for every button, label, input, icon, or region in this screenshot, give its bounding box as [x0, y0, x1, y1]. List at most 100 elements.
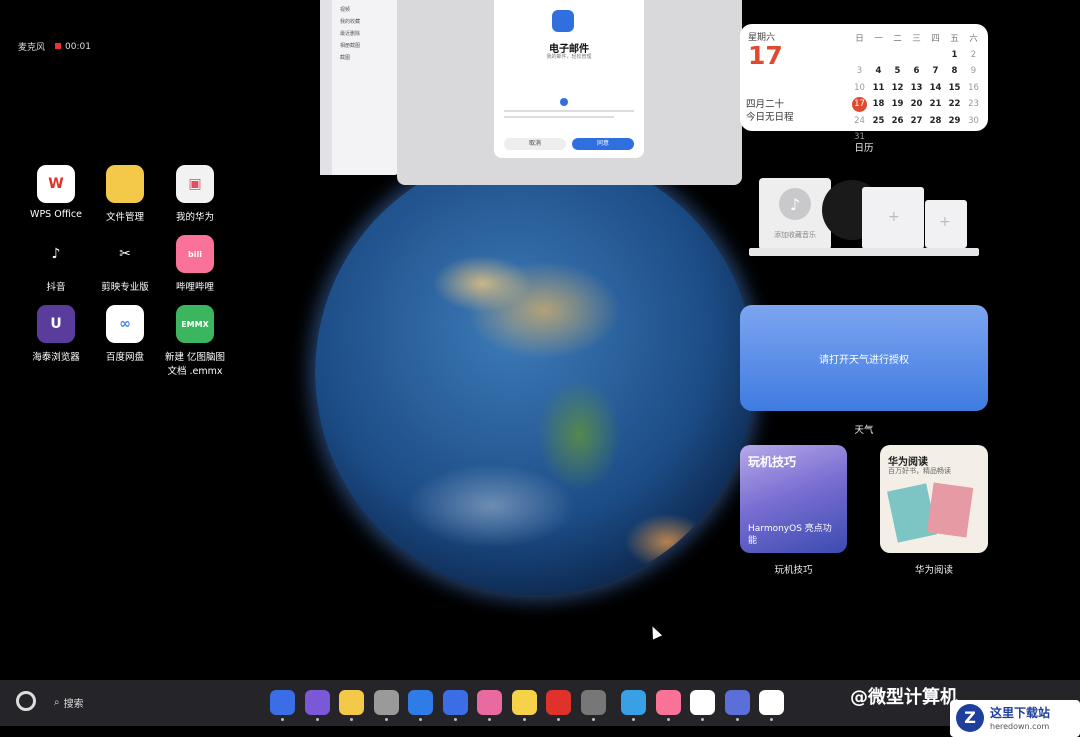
- calendar-day[interactable]: 22: [945, 99, 964, 109]
- calendar-day[interactable]: 14: [926, 83, 945, 93]
- desktop-icon-7[interactable]: ∞ 百度网盘: [89, 305, 161, 363]
- calendar-day[interactable]: 24: [850, 116, 869, 126]
- app-icon: U: [37, 305, 75, 343]
- calendar-day[interactable]: 16: [964, 83, 983, 93]
- mail-subtitle: 我的邮件，轻松管理: [546, 54, 592, 60]
- calendar-icon[interactable]: [759, 690, 784, 715]
- record-icon: [55, 42, 62, 49]
- desktop-icon-3[interactable]: ♪ 抖音: [20, 235, 92, 293]
- launcher-icon[interactable]: [270, 690, 295, 715]
- calendar-day[interactable]: 12: [888, 83, 907, 93]
- calendar-day[interactable]: 7: [926, 66, 945, 76]
- calendar-day[interactable]: 8: [945, 66, 964, 76]
- app-label: 抖音: [46, 282, 66, 293]
- weekday-header: 一: [874, 34, 883, 45]
- site-logo-icon: Z: [956, 704, 984, 732]
- calendar-day[interactable]: 21: [926, 99, 945, 109]
- sidebar-item[interactable]: 最近删除: [340, 28, 360, 40]
- calendar-day[interactable]: 13: [907, 83, 926, 93]
- earth-wallpaper: [315, 150, 755, 595]
- calendar-day[interactable]: 18: [869, 99, 888, 109]
- running-indicator: [701, 718, 704, 721]
- empty-album-slot[interactable]: +: [862, 187, 924, 249]
- browser-icon[interactable]: [408, 690, 433, 715]
- gallery-icon[interactable]: [477, 690, 502, 715]
- calendar-day[interactable]: 30: [964, 116, 983, 126]
- calendar-day[interactable]: 26: [888, 116, 907, 126]
- gallery-window[interactable]: 视频 我的收藏 最近删除 相册截图 截图: [320, 0, 400, 175]
- calendar-day[interactable]: 11: [869, 83, 888, 93]
- watermark-text: @微型计算机: [850, 687, 958, 708]
- calendar-day[interactable]: 6: [907, 66, 926, 76]
- calendar-label: 日历: [854, 143, 874, 154]
- search-icon: ⌕: [54, 697, 60, 708]
- settings-icon[interactable]: [580, 690, 606, 715]
- calendar-grid: 日一二三四五六 1 2 3 4 5 6 7 8 9 10 11 12 13 14 15 16 17 18 19 20 21…: [850, 30, 983, 146]
- weather-widget[interactable]: 请打开天气进行授权: [740, 305, 988, 411]
- tips-widget[interactable]: 玩机技巧 HarmonyOS 亮点功能: [740, 445, 847, 553]
- desktop-icon-8[interactable]: EMMX 新建 亿图脑图 文档 .emmx: [159, 305, 231, 377]
- search-label: 搜索: [63, 699, 84, 710]
- calendar-day[interactable]: 29: [945, 116, 964, 126]
- calendar-day[interactable]: 5: [888, 66, 907, 76]
- running-indicator: [419, 718, 422, 721]
- calendar-day[interactable]: 4: [869, 66, 888, 76]
- cancel-button[interactable]: 取消: [504, 138, 566, 150]
- music-album-card[interactable]: ♪ 添加收藏音乐: [759, 178, 831, 250]
- desktop-icon-2[interactable]: ▣ 我的华为: [159, 165, 231, 223]
- calendar-day[interactable]: 25: [869, 116, 888, 126]
- trash-icon[interactable]: [373, 690, 399, 715]
- reading-widget[interactable]: 华为阅读 百万好书，精品畅读: [880, 445, 988, 553]
- calendar-day[interactable]: 20: [907, 99, 926, 109]
- bilibili-icon[interactable]: [655, 690, 681, 715]
- assistant-icon[interactable]: [16, 691, 36, 711]
- sidebar-item[interactable]: 相册截图: [340, 40, 360, 52]
- calendar-day[interactable]: 10: [850, 83, 869, 93]
- weekday-header: 二: [893, 34, 902, 45]
- plus-icon: +: [888, 209, 900, 225]
- app-label: 百度网盘: [105, 352, 144, 363]
- mouse-cursor-icon: [647, 624, 663, 640]
- calendar-day[interactable]: 3: [850, 66, 869, 76]
- desktop-icon-5[interactable]: bili 哔哩哔哩: [159, 235, 231, 293]
- calendar-day[interactable]: 15: [945, 83, 964, 93]
- finder-icon[interactable]: [621, 690, 646, 715]
- calendar-day[interactable]: 17: [852, 96, 867, 112]
- taskbar-search[interactable]: ⌕ 搜索: [54, 695, 84, 710]
- calendar-day[interactable]: 19: [888, 99, 907, 109]
- calendar-day[interactable]: 9: [964, 66, 983, 76]
- mail-icon[interactable]: [442, 690, 468, 715]
- app-icon: ✂: [106, 235, 144, 273]
- sidebar-list: 视频 我的收藏 最近删除 相册截图 截图: [340, 4, 360, 64]
- app-gallery-icon[interactable]: [546, 690, 571, 715]
- notes-icon[interactable]: [511, 690, 537, 715]
- app-icon: ∞: [106, 305, 144, 343]
- app-label: WPS Office: [30, 209, 82, 220]
- desktop-icon-4[interactable]: ✂ 剪映专业版: [89, 235, 161, 293]
- desktop-icon-0[interactable]: W WPS Office: [20, 165, 92, 220]
- weekday-header: 三: [912, 34, 921, 45]
- calendar-day[interactable]: 1: [945, 50, 964, 60]
- folder-icon[interactable]: [304, 690, 330, 715]
- tips-title: 玩机技巧: [748, 455, 797, 469]
- mail-setup-dialog[interactable]: 电子邮件 我的邮件，轻松管理 取消 同意: [494, 0, 644, 158]
- calendar-widget[interactable]: 星期六 17 四月二十 今日无日程 日一二三四五六 1 2 3 4 5 6 7 8 9 10 11 12…: [740, 24, 988, 142]
- calendar-day[interactable]: 27: [907, 116, 926, 126]
- empty-album-slot-small[interactable]: +: [925, 200, 967, 248]
- sidebar-item[interactable]: 我的收藏: [340, 16, 360, 28]
- running-indicator: [557, 718, 560, 721]
- desktop-icon-1[interactable]: 文件管理: [89, 165, 161, 223]
- wps-icon[interactable]: [690, 690, 715, 715]
- calendar-day[interactable]: 23: [964, 99, 983, 109]
- calendar-day[interactable]: 2: [964, 50, 983, 60]
- files-icon[interactable]: [339, 690, 364, 715]
- agree-button[interactable]: 同意: [572, 138, 634, 150]
- site-watermark: Z 这里下载站 heredown.com: [950, 700, 1080, 737]
- desktop-icon-6[interactable]: U 海泰浏览器: [20, 305, 92, 363]
- sidebar-item[interactable]: 截图: [340, 52, 360, 64]
- music-icon[interactable]: [724, 690, 750, 715]
- app-icon: ♪: [37, 235, 75, 273]
- app-label: 剪映专业版: [101, 282, 149, 293]
- sidebar-item[interactable]: 视频: [340, 4, 360, 16]
- calendar-day[interactable]: 28: [926, 116, 945, 126]
